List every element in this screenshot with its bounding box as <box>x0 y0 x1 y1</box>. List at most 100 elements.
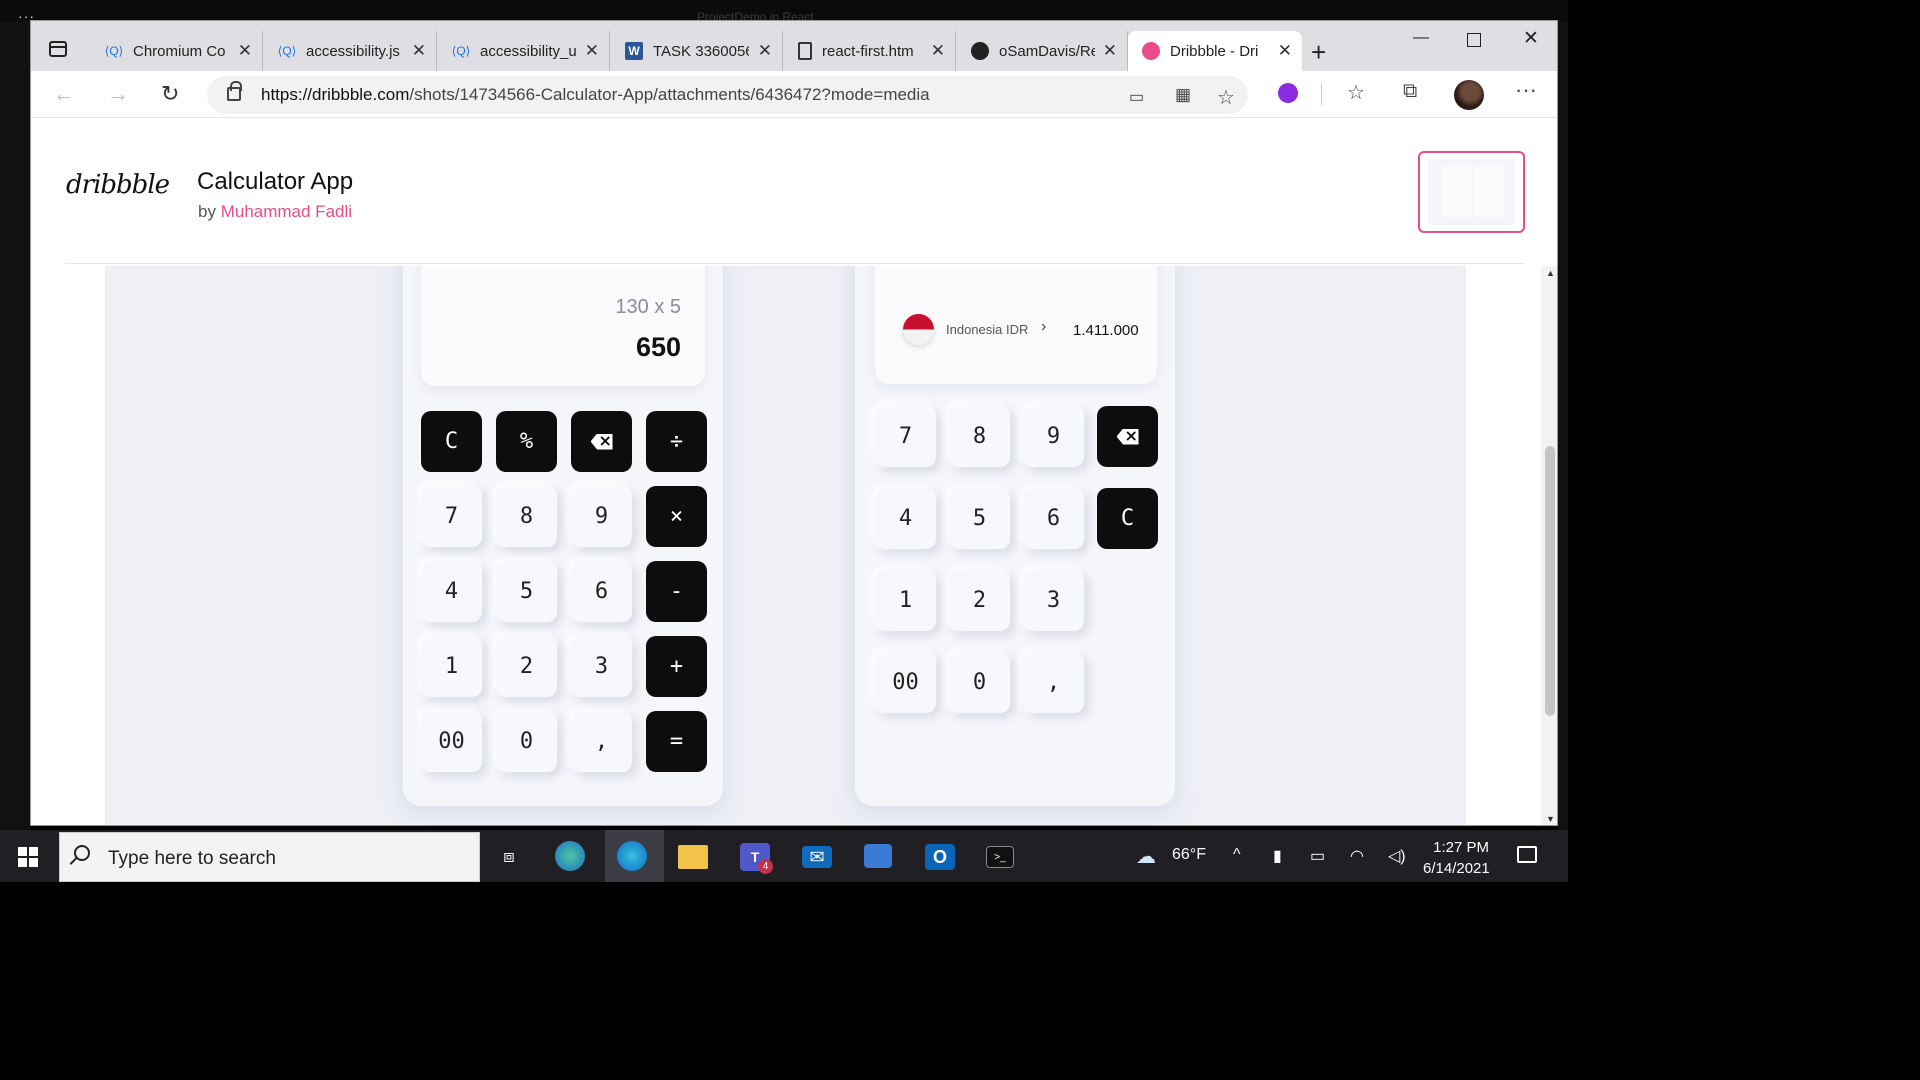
close-tab-icon[interactable]: ✕ <box>758 41 772 61</box>
vertical-tabs-icon[interactable] <box>49 41 67 57</box>
calc-key[interactable]: 5 <box>496 561 557 622</box>
close-tab-icon[interactable]: ✕ <box>1278 41 1292 61</box>
calc-key[interactable]: 0 <box>949 652 1010 713</box>
task-view-icon[interactable]: ⧈ <box>492 840 526 872</box>
maximize-button[interactable] <box>1467 33 1481 47</box>
url-text[interactable]: https://dribbble.com/shots/14734566-Calc… <box>261 85 930 105</box>
attachment-thumbnail[interactable] <box>1418 151 1525 233</box>
close-tab-icon[interactable]: ✕ <box>585 41 599 61</box>
calc-key[interactable]: 1 <box>421 636 482 697</box>
weather-cloud-icon[interactable]: ☁ <box>1136 844 1156 869</box>
tab-dribbble[interactable]: Dribbble - Dri ✕ <box>1128 31 1302 71</box>
calc-key[interactable]: ÷ <box>646 411 707 472</box>
minimize-button[interactable]: — <box>1413 29 1429 47</box>
tab-github[interactable]: oSamDavis/Re ✕ <box>957 31 1128 71</box>
tab-chromium-code[interactable]: ⟨Q⟩ Chromium Co ✕ <box>91 31 263 71</box>
calculator-display: 130 x 5 650 <box>421 266 705 386</box>
backspace-key[interactable] <box>571 411 632 472</box>
tab-react-first[interactable]: react-first.htm ✕ <box>784 31 956 71</box>
backspace-key[interactable] <box>1097 406 1158 467</box>
dribbble-logo[interactable]: dribbble <box>66 170 170 200</box>
author-link[interactable]: Muhammad Fadli <box>221 202 352 221</box>
calc-key[interactable]: + <box>646 636 707 697</box>
apps-grid-icon[interactable]: ▦ <box>1175 85 1191 105</box>
calc-key[interactable]: 9 <box>1023 406 1084 467</box>
calc-key[interactable]: 9 <box>571 486 632 547</box>
calc-key[interactable]: × <box>646 486 707 547</box>
calc-key[interactable]: 1 <box>875 570 936 631</box>
calc-key[interactable]: 6 <box>571 561 632 622</box>
tab-accessibility-u[interactable]: ⟨Q⟩ accessibility_u ✕ <box>438 31 610 71</box>
new-tab-button[interactable]: + <box>1311 37 1326 68</box>
back-button[interactable]: ← <box>53 81 75 107</box>
file-explorer-icon[interactable] <box>678 845 708 869</box>
notification-center-icon[interactable] <box>1517 846 1537 863</box>
calc-key[interactable]: % <box>496 411 557 472</box>
word-icon: W <box>625 42 643 60</box>
calc-key[interactable]: 0 <box>496 711 557 772</box>
calc-key[interactable]: 8 <box>496 486 557 547</box>
calc-key[interactable]: 4 <box>875 488 936 549</box>
scroll-up-icon[interactable]: ▲ <box>1546 268 1555 278</box>
close-tab-icon[interactable]: ✕ <box>931 41 945 61</box>
tab-accessibility-js[interactable]: ⟨Q⟩ accessibility.js ✕ <box>264 31 437 71</box>
close-tab-icon[interactable]: ✕ <box>1103 41 1117 61</box>
calc-key[interactable]: 00 <box>421 711 482 772</box>
remote-desktop-icon[interactable] <box>864 844 892 868</box>
calc-key[interactable]: 3 <box>571 636 632 697</box>
chevron-right-icon[interactable]: › <box>1041 318 1046 336</box>
terminal-icon[interactable]: >_ <box>986 846 1014 868</box>
edge-canary-icon[interactable] <box>555 841 585 871</box>
show-hidden-icons[interactable]: ^ <box>1233 846 1241 864</box>
calc-key[interactable]: 2 <box>949 570 1010 631</box>
calc-key[interactable]: 7 <box>421 486 482 547</box>
scrollbar-thumb[interactable] <box>1545 446 1555 716</box>
calculator-phone-2: Indonesia IDR › 1.411.000 789456C123000, <box>855 266 1175 806</box>
calc-key[interactable]: 5 <box>949 488 1010 549</box>
calc-key[interactable]: , <box>571 711 632 772</box>
calc-key[interactable]: , <box>1023 652 1084 713</box>
scroll-down-icon[interactable]: ▼ <box>1546 814 1555 824</box>
reload-button[interactable]: ↻ <box>161 81 179 107</box>
microphone-icon[interactable]: ▮ <box>1273 846 1282 866</box>
profile-avatar[interactable] <box>1454 80 1484 110</box>
favorites-icon[interactable]: ☆ <box>1347 80 1365 105</box>
read-aloud-device-icon[interactable]: ▭ <box>1129 87 1144 107</box>
taskbar-clock[interactable]: 1:27 PM 6/14/2021 <box>1423 837 1490 879</box>
mail-icon[interactable]: ✉ <box>802 846 832 868</box>
thumbnail-preview <box>1428 159 1515 225</box>
battery-icon[interactable]: ▭ <box>1310 846 1325 866</box>
outlook-icon[interactable]: O <box>925 844 955 870</box>
volume-icon[interactable]: ◁) <box>1388 846 1406 866</box>
taskbar-search-box[interactable]: Type here to search <box>59 832 480 882</box>
chromium-code-search-icon: ⟨Q⟩ <box>104 44 124 58</box>
calc-key[interactable]: 6 <box>1023 488 1084 549</box>
close-tab-icon[interactable]: ✕ <box>412 41 426 61</box>
close-tab-icon[interactable]: ✕ <box>238 41 252 61</box>
calc-key[interactable]: 8 <box>949 406 1010 467</box>
calc-key[interactable]: C <box>421 411 482 472</box>
calc-key[interactable]: 2 <box>496 636 557 697</box>
page-scrollbar[interactable]: ▲ ▼ <box>1541 266 1557 825</box>
calc-key[interactable]: C <box>1097 488 1158 549</box>
extension-icon[interactable] <box>1278 83 1298 103</box>
collections-icon[interactable]: ⧉ <box>1403 80 1417 103</box>
calc-key[interactable]: 00 <box>875 652 936 713</box>
tab-task[interactable]: W TASK 3360056 ✕ <box>611 31 783 71</box>
url-field[interactable]: https://dribbble.com/shots/14734566-Calc… <box>207 76 1248 114</box>
calc-key[interactable]: 7 <box>875 406 936 467</box>
calc-key[interactable]: 3 <box>1023 570 1084 631</box>
calc-key[interactable]: 4 <box>421 561 482 622</box>
wifi-icon[interactable]: ◠ <box>1350 846 1364 866</box>
more-menu-icon[interactable]: ··· <box>1515 77 1537 103</box>
calc-key[interactable]: = <box>646 711 707 772</box>
teams-icon[interactable]: T 4 <box>740 843 773 874</box>
calc-key[interactable]: - <box>646 561 707 622</box>
close-window-button[interactable]: ✕ <box>1523 27 1539 50</box>
forward-button[interactable]: → <box>107 81 129 107</box>
weather-temperature[interactable]: 66°F <box>1172 846 1206 864</box>
edge-icon[interactable] <box>617 841 647 871</box>
add-favorite-icon[interactable]: ☆ <box>1217 85 1235 110</box>
windows-start-icon[interactable] <box>18 847 38 867</box>
lock-icon[interactable] <box>227 81 242 101</box>
